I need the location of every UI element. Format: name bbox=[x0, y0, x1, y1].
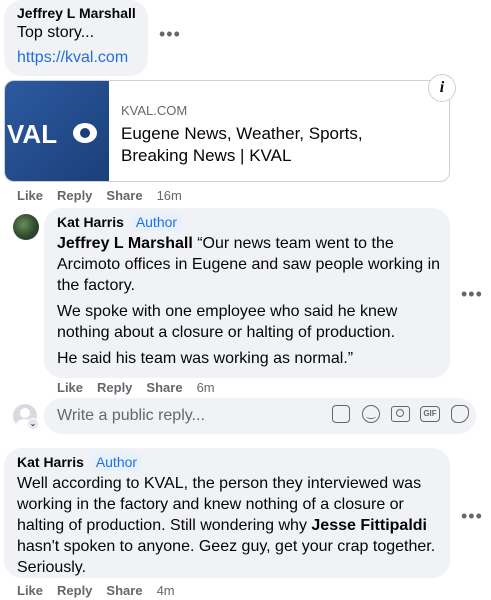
timestamp[interactable]: 6m bbox=[197, 380, 215, 395]
reply-para-3: He said his team was working as normal.” bbox=[57, 350, 354, 367]
more-options-icon[interactable]: ••• bbox=[461, 284, 483, 305]
more-options-icon[interactable]: ••• bbox=[159, 24, 181, 45]
author-badge: Author bbox=[131, 213, 182, 231]
reply-actions: Like Reply Share 6m bbox=[57, 380, 215, 395]
card-title: Eugene News, Weather, Sports, Breaking N… bbox=[121, 124, 363, 165]
comment-text: Top story... bbox=[17, 24, 95, 41]
comment-author[interactable]: Kat Harris bbox=[17, 454, 84, 470]
gif-icon[interactable]: GIF bbox=[420, 406, 440, 422]
like-button[interactable]: Like bbox=[17, 188, 43, 203]
reply-input-placeholder[interactable]: Write a public reply... bbox=[57, 407, 205, 425]
timestamp[interactable]: 4m bbox=[157, 583, 175, 598]
comment-author[interactable]: Jeffrey L Marshall bbox=[17, 5, 136, 21]
author-badge: Author bbox=[91, 453, 142, 471]
like-button[interactable]: Like bbox=[57, 380, 83, 395]
mention-link[interactable]: Jeffrey L Marshall bbox=[57, 235, 193, 252]
mention-link[interactable]: Jesse Fittipaldi bbox=[311, 517, 427, 534]
sticker-icon[interactable] bbox=[332, 405, 350, 423]
link-preview-card[interactable]: VAL KVAL.COM Eugene News, Weather, Sport… bbox=[4, 80, 450, 182]
like-button[interactable]: Like bbox=[17, 583, 43, 598]
share-button[interactable]: Share bbox=[106, 188, 142, 203]
card-domain: KVAL.COM bbox=[121, 103, 188, 118]
comment-text: Well according to KVAL, the person they … bbox=[17, 473, 443, 578]
cbs-eye-pupil bbox=[80, 128, 90, 138]
reply-text: Jeffrey L Marshall “Our news team went t… bbox=[57, 233, 443, 296]
info-icon[interactable]: i bbox=[428, 74, 456, 102]
share-button[interactable]: Share bbox=[146, 380, 182, 395]
comment-link[interactable]: https://kval.com bbox=[17, 49, 128, 67]
comment-text-after: hasn't spoken to anyone. Geez guy, get y… bbox=[17, 538, 436, 576]
share-button[interactable]: Share bbox=[106, 583, 142, 598]
more-options-icon[interactable]: ••• bbox=[461, 506, 483, 527]
chevron-down-icon[interactable]: ⌄ bbox=[27, 418, 39, 430]
timestamp[interactable]: 16m bbox=[157, 188, 182, 203]
reply-button[interactable]: Reply bbox=[57, 583, 92, 598]
avatar[interactable] bbox=[13, 214, 39, 240]
comment-header: Kat Harris Author bbox=[17, 453, 142, 471]
camera-icon[interactable] bbox=[391, 406, 410, 422]
reply-header: Kat Harris Author bbox=[57, 213, 182, 231]
kval-logo: VAL bbox=[5, 81, 109, 181]
comment-actions: Like Reply Share 16m bbox=[17, 188, 182, 203]
kval-logo-text: VAL bbox=[7, 119, 58, 149]
reply-para-2: We spoke with one employee who said he k… bbox=[57, 303, 398, 341]
emoji-icon[interactable]: ‿ bbox=[362, 405, 380, 423]
comment-actions: Like Reply Share 4m bbox=[17, 583, 175, 598]
reply-button[interactable]: Reply bbox=[57, 188, 92, 203]
reply-author[interactable]: Kat Harris bbox=[57, 214, 124, 230]
reply-button[interactable]: Reply bbox=[97, 380, 132, 395]
